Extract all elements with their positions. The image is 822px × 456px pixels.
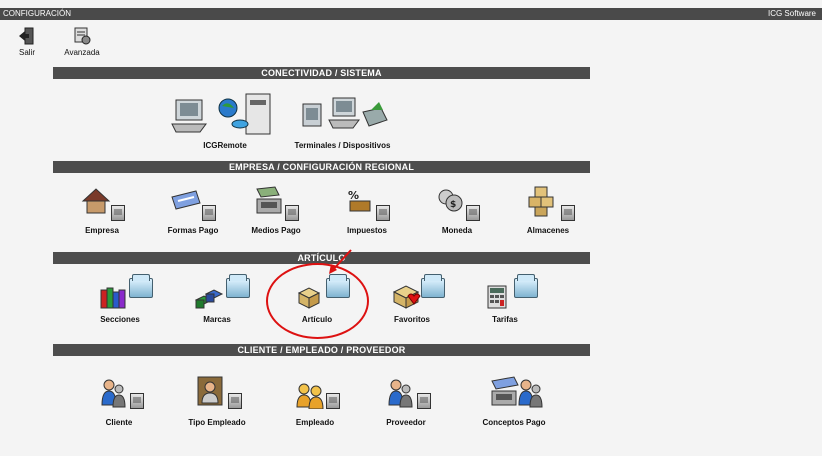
empleado-label: Empleado — [295, 418, 335, 427]
impuestos-item[interactable]: % Impuestos — [322, 183, 412, 235]
supplier-icon — [388, 379, 413, 408]
cliente-label: Cliente — [105, 418, 133, 427]
books-icon — [100, 287, 126, 309]
document-icon — [561, 205, 575, 221]
brand-label: ICG Software — [767, 9, 816, 18]
coins-icon: $ — [438, 189, 463, 212]
marcas-label: Marcas — [203, 315, 231, 324]
conceptos-pago-item[interactable]: Conceptos Pago — [464, 375, 564, 427]
document-icon — [376, 205, 390, 221]
secciones-item[interactable]: Secciones — [75, 272, 165, 324]
people-icon — [296, 383, 324, 409]
folder-icon — [514, 274, 538, 298]
conceptos-pago-label: Conceptos Pago — [482, 418, 546, 427]
proveedor-item[interactable]: Proveedor — [361, 375, 451, 427]
document-icon — [228, 393, 242, 409]
cubes-icon — [194, 289, 224, 309]
empleado-item[interactable]: Empleado — [270, 375, 360, 427]
percent-icon: % — [348, 189, 371, 212]
person-group-icon — [197, 376, 223, 406]
tarifas-item[interactable]: Tarifas — [460, 272, 550, 324]
marcas-item[interactable]: Marcas — [172, 272, 262, 324]
house-icon — [81, 188, 111, 214]
boxes-icon — [528, 186, 554, 217]
section-people: CLIENTE / EMPLEADO / PROVEEDOR — [53, 344, 590, 356]
document-icon — [285, 205, 299, 221]
proveedor-label: Proveedor — [386, 418, 426, 427]
remote-computer-icon — [171, 93, 271, 135]
medios-pago-label: Medios Pago — [251, 226, 301, 235]
exit-door-icon — [19, 27, 34, 45]
exit-label: Salir — [18, 48, 35, 57]
advanced-settings-icon — [74, 27, 91, 45]
title-bar: CONFIGURACIÓN ICG Software — [0, 8, 822, 20]
tipo-empleado-label: Tipo Empleado — [188, 418, 246, 427]
payment-concepts-icon — [491, 376, 543, 408]
tarifas-label: Tarifas — [492, 315, 518, 324]
moneda-label: Moneda — [441, 226, 473, 235]
terminals-item[interactable]: Terminales / Dispositivos — [285, 90, 400, 150]
folder-icon — [129, 274, 153, 298]
cliente-item[interactable]: Cliente — [74, 375, 164, 427]
person-icon — [101, 379, 126, 408]
folder-icon — [421, 274, 445, 298]
empresa-label: Empresa — [85, 226, 119, 235]
advanced-label: Avanzada — [64, 48, 100, 57]
cash-register-icon — [256, 186, 282, 214]
icgremote-label: ICGRemote — [203, 141, 247, 150]
moneda-item[interactable]: $ Moneda — [412, 183, 502, 235]
impuestos-label: Impuestos — [346, 226, 387, 235]
window-title: CONFIGURACIÓN — [3, 9, 71, 18]
document-icon — [326, 393, 340, 409]
section-connectivity: CONECTIVIDAD / SISTEMA — [53, 67, 590, 79]
document-icon — [130, 393, 144, 409]
document-icon — [111, 205, 125, 221]
folder-icon — [226, 274, 250, 298]
terminals-icon — [302, 97, 388, 129]
exit-button[interactable]: Salir — [14, 26, 40, 57]
favoritos-label: Favoritos — [393, 315, 430, 324]
document-icon — [466, 205, 480, 221]
empresa-item[interactable]: Empresa — [57, 183, 147, 235]
almacenes-item[interactable]: Almacenes — [503, 183, 593, 235]
medios-pago-item[interactable]: Medios Pago — [231, 183, 321, 235]
formas-pago-item[interactable]: Formas Pago — [148, 183, 238, 235]
svg-text:%: % — [348, 189, 359, 202]
card-icon — [171, 190, 201, 210]
icgremote-item[interactable]: ICGRemote — [170, 90, 280, 150]
section-company: EMPRESA / CONFIGURACIÓN REGIONAL — [53, 161, 590, 173]
calculator-icon — [487, 285, 507, 309]
formas-pago-label: Formas Pago — [167, 226, 219, 235]
terminals-label: Terminales / Dispositivos — [294, 141, 391, 150]
annotation-arrow-icon — [329, 249, 352, 274]
secciones-label: Secciones — [100, 315, 140, 324]
svg-text:$: $ — [450, 200, 456, 210]
document-icon — [202, 205, 216, 221]
heart-box-icon — [392, 285, 421, 309]
almacenes-label: Almacenes — [526, 226, 570, 235]
tipo-empleado-item[interactable]: Tipo Empleado — [172, 375, 262, 427]
document-icon — [417, 393, 431, 409]
advanced-button[interactable]: Avanzada — [62, 26, 102, 57]
favoritos-item[interactable]: Favoritos — [367, 272, 457, 324]
